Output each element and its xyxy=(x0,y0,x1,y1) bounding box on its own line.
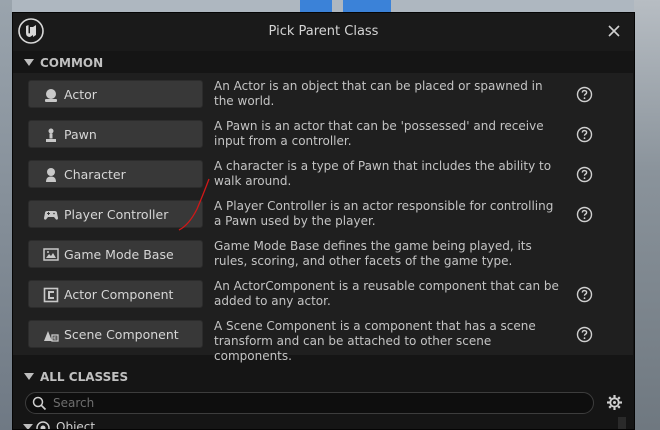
viewport-left-edge xyxy=(0,0,12,430)
actor-component-button[interactable]: Actor Component xyxy=(28,280,203,308)
pawn-description: A Pawn is an actor that can be 'possesse… xyxy=(214,119,544,148)
class-row-actor: Actor An Actor is an object that can be … xyxy=(13,73,633,113)
player-controller-description: A Player Controller is an actor responsi… xyxy=(214,199,554,228)
game-mode-base-description: Game Mode Base defines the game being pl… xyxy=(214,239,532,268)
player-controller-button[interactable]: Player Controller xyxy=(28,200,203,228)
collapse-arrow-icon[interactable] xyxy=(24,59,34,66)
gamepad-icon xyxy=(44,211,58,220)
scene-component-button[interactable]: Scene Component xyxy=(28,320,203,348)
tree-item-label: Object xyxy=(56,420,96,430)
gear-icon[interactable] xyxy=(606,394,623,411)
player-controller-button-label: Player Controller xyxy=(64,207,169,222)
scene-component-icon xyxy=(44,331,59,342)
expand-arrow-icon[interactable] xyxy=(23,424,33,429)
search-icon xyxy=(32,396,47,411)
character-icon xyxy=(46,168,56,182)
scene-component-button-label: Scene Component xyxy=(64,327,179,342)
game-mode-icon xyxy=(43,248,59,261)
actor-component-description: An ActorComponent is a reusable componen… xyxy=(214,279,559,308)
viewport-block xyxy=(300,0,332,12)
class-row-game-mode-base: Game Mode Base Game Mode Base defines th… xyxy=(13,233,633,273)
collapse-arrow-icon[interactable] xyxy=(24,373,34,380)
actor-button[interactable]: Actor xyxy=(28,80,203,108)
section-header-all-classes[interactable]: ALL CLASSES xyxy=(13,367,634,389)
object-icon xyxy=(36,421,50,429)
viewport-block xyxy=(343,0,391,12)
help-icon[interactable] xyxy=(576,126,593,143)
class-row-character: Character A character is a type of Pawn … xyxy=(13,153,633,193)
help-icon[interactable] xyxy=(576,86,593,103)
help-icon[interactable] xyxy=(576,206,593,223)
close-icon[interactable] xyxy=(606,23,622,39)
class-row-scene-component: Scene Component A Scene Component is a c… xyxy=(13,313,633,363)
pawn-icon xyxy=(46,128,56,142)
scene-component-description: A Scene Component is a component that ha… xyxy=(214,319,536,363)
game-mode-base-button[interactable]: Game Mode Base xyxy=(28,240,203,268)
actor-description: An Actor is an object that can be placed… xyxy=(214,79,543,108)
section-title-all-classes: ALL CLASSES xyxy=(40,370,129,384)
search-input[interactable] xyxy=(53,394,583,412)
help-icon[interactable] xyxy=(576,166,593,183)
pawn-button-label: Pawn xyxy=(64,127,97,142)
search-box[interactable] xyxy=(25,392,594,414)
title-bar: Pick Parent Class xyxy=(13,13,634,51)
character-button-label: Character xyxy=(64,167,126,182)
dialog-title: Pick Parent Class xyxy=(268,24,379,39)
actor-icon xyxy=(45,89,57,102)
section-header-common[interactable]: COMMON xyxy=(13,53,634,75)
class-row-player-controller: Player Controller A Player Controller is… xyxy=(13,193,633,233)
help-icon[interactable] xyxy=(576,286,593,303)
pick-parent-class-dialog: Pick Parent Class COMMON Actor An Actor … xyxy=(12,12,635,430)
actor-button-label: Actor xyxy=(64,87,97,102)
pawn-button[interactable]: Pawn xyxy=(28,120,203,148)
viewport-right-edge xyxy=(634,0,660,430)
character-button[interactable]: Character xyxy=(28,160,203,188)
tree-item-object[interactable]: Object xyxy=(13,417,613,430)
class-row-pawn: Pawn A Pawn is an actor that can be 'pos… xyxy=(13,113,633,153)
scrollbar[interactable] xyxy=(618,417,626,429)
character-description: A character is a type of Pawn that inclu… xyxy=(214,159,552,188)
actor-component-icon xyxy=(43,287,59,303)
game-mode-base-button-label: Game Mode Base xyxy=(64,247,174,262)
class-row-actor-component: Actor Component An ActorComponent is a r… xyxy=(13,273,633,313)
common-classes-panel: Actor An Actor is an object that can be … xyxy=(13,73,633,363)
section-title-common: COMMON xyxy=(40,56,104,70)
actor-component-button-label: Actor Component xyxy=(64,287,174,302)
help-icon[interactable] xyxy=(576,326,593,343)
